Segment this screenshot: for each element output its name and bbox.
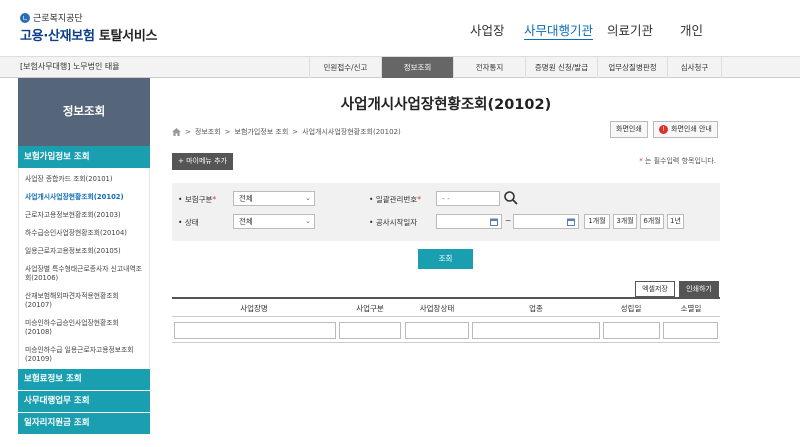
sidebar-item-20103[interactable]: 근로자고용정보현황조회(20103)	[19, 205, 149, 223]
tab-civil-request[interactable]: 민원접수/신고	[309, 57, 381, 78]
top-nav: 사업장 사무대행기관 의료기관 개인	[0, 20, 800, 40]
filter-workplace-name[interactable]	[174, 322, 336, 339]
chevron-down-icon: ⌄	[305, 217, 311, 225]
sidebar-item-20105[interactable]: 일용근로자고용정보조회(20105)	[19, 241, 149, 259]
sidebar-header: 정보조회	[18, 78, 150, 146]
sidebar-section-agency-work[interactable]: 사무대행업무 조회	[18, 391, 150, 412]
period-1y-button[interactable]: 1년	[667, 214, 684, 229]
insurance-type-label: • 보험구분*	[178, 195, 217, 204]
tab-info-inquiry[interactable]: 정보조회	[381, 57, 453, 78]
calendar-icon[interactable]	[490, 218, 498, 226]
user-label: [보험사무대행] 노무법인 태율	[20, 62, 120, 71]
sidebar-item-20104[interactable]: 하수급승인사업장현황조회(20104)	[19, 223, 149, 241]
col-closed-date: 소멸일	[680, 304, 702, 313]
sidebar-list: 사업장 종합카드 조회(20101) 사업개시사업장현황조회(20102) 근로…	[18, 168, 150, 368]
sidebar-section-job-subsidy[interactable]: 일자리지원금 조회	[18, 413, 150, 434]
filter-industry[interactable]	[472, 322, 600, 339]
col-business-type: 사업구분	[356, 304, 384, 313]
sidebar-item-20101[interactable]: 사업장 종합카드 조회(20101)	[19, 168, 149, 187]
breadcrumb: > 정보조회 > 보험가입정보 조회 > 사업개시사업장현황조회(20102)	[172, 127, 401, 137]
sidebar-item-20107[interactable]: 산재보험해외파견자적용현황조회 (20107)	[19, 286, 149, 313]
insurance-type-select[interactable]: 전체 ⌄	[233, 191, 315, 206]
sidebar-section-premium-info[interactable]: 보험료정보 조회	[18, 369, 150, 390]
breadcrumb-sep: >	[292, 128, 299, 136]
period-6m-button[interactable]: 6개월	[640, 214, 664, 229]
add-my-menu-button[interactable]: + 마이메뉴 추가	[172, 153, 233, 170]
breadcrumb-item[interactable]: 보험가입정보 조회	[235, 127, 289, 137]
start-date-to-input[interactable]	[513, 214, 579, 229]
col-workplace-name: 사업장명	[240, 304, 268, 313]
start-date-from-input[interactable]	[436, 214, 502, 229]
print-guide-label: 화면인쇄 안내	[671, 125, 712, 133]
tab-disease-judgment[interactable]: 업무상질병판정	[597, 57, 667, 78]
nav-workplace[interactable]: 사업장	[470, 20, 505, 39]
sidebar-section-insurance-info[interactable]: 보험가입정보 조회	[18, 146, 150, 168]
site-header: ㄴ 근로복지공단 고용·산재보험 토탈서비스 사업장 사무대행기관 의료기관 개…	[0, 0, 800, 55]
search-panel: • 보험구분* 전체 ⌄ • 일괄관리번호* - - • 상태 전체 ⌄ • 공사시…	[172, 183, 720, 241]
calendar-icon[interactable]	[567, 218, 575, 226]
sidebar-item-20102[interactable]: 사업개시사업장현황조회(20102)	[19, 187, 149, 205]
table-filter-row	[172, 319, 720, 343]
home-icon[interactable]	[172, 128, 181, 136]
sidebar-item-20106[interactable]: 사업장별 특수형태근로종사자 신고내역조회(20106)	[19, 259, 149, 286]
main-content: 사업개시사업장현황조회(20102) > 정보조회 > 보험가입정보 조회 > …	[172, 78, 720, 447]
breadcrumb-item[interactable]: 사업개시사업장현황조회(20102)	[302, 127, 401, 137]
nav-agency[interactable]: 사무대행기관	[524, 20, 593, 39]
print-guide-button[interactable]: ! 화면인쇄 안내	[653, 121, 718, 138]
col-industry: 업종	[529, 304, 543, 313]
table-header: 사업장명 사업구분 사업장상태 업종 성립일 소멸일	[172, 297, 720, 317]
required-note-text: 는 필수입력 항목입니다.	[644, 157, 716, 165]
search-icon[interactable]	[503, 190, 519, 206]
sidebar: 정보조회 보험가입정보 조회 사업장 종합카드 조회(20101) 사업개시사업…	[18, 78, 150, 447]
nav-medical[interactable]: 의료기관	[607, 20, 653, 39]
col-workplace-status: 사업장상태	[419, 304, 455, 313]
excel-save-button[interactable]: 엑셀저장	[635, 281, 675, 297]
filter-closed-date[interactable]	[663, 322, 718, 339]
chevron-down-icon: ⌄	[305, 194, 311, 202]
filter-workplace-status[interactable]	[405, 322, 469, 339]
info-icon: !	[659, 125, 668, 134]
mgmt-no-label: • 일괄관리번호*	[369, 195, 421, 204]
nav-personal[interactable]: 개인	[680, 20, 703, 39]
tab-review-claim[interactable]: 심사청구	[667, 57, 722, 78]
period-3m-button[interactable]: 3개월	[613, 214, 637, 229]
sidebar-item-20108[interactable]: 미승인하수급승인사업장현황조회 (20108)	[19, 313, 149, 340]
print-button[interactable]: 인쇄하기	[679, 281, 719, 297]
col-established-date: 성립일	[620, 304, 642, 313]
breadcrumb-sep: >	[224, 128, 231, 136]
breadcrumb-sep: >	[185, 128, 191, 136]
filter-business-type[interactable]	[339, 322, 401, 339]
query-button[interactable]: 조회	[418, 249, 473, 269]
tab-certificate[interactable]: 증명원 신청/발급	[525, 57, 597, 78]
status-label: • 상태	[178, 218, 199, 227]
required-note: * 는 필수입력 항목입니다.	[639, 156, 716, 166]
filter-established-date[interactable]	[603, 322, 660, 339]
screen-print-button[interactable]: 화면인쇄	[610, 121, 648, 138]
sub-menu-bar: [보험사무대행] 노무법인 태율 민원접수/신고 정보조회 전자통지 증명원 신…	[0, 56, 800, 78]
page-title: 사업개시사업장현황조회(20102)	[340, 97, 552, 113]
mgmt-no-input[interactable]: - -	[436, 191, 500, 206]
breadcrumb-item[interactable]: 정보조회	[195, 127, 221, 137]
status-select[interactable]: 전체 ⌄	[233, 214, 315, 229]
sidebar-item-20109[interactable]: 미승인하수급 일용근로자고용정보조회(20109)	[19, 340, 149, 368]
start-date-label: • 공사시작일자	[369, 218, 418, 227]
tab-e-notice[interactable]: 전자통지	[453, 57, 525, 78]
required-mark: *	[639, 157, 643, 165]
period-1m-button[interactable]: 1개월	[584, 214, 610, 229]
date-separator: ~	[505, 216, 512, 225]
